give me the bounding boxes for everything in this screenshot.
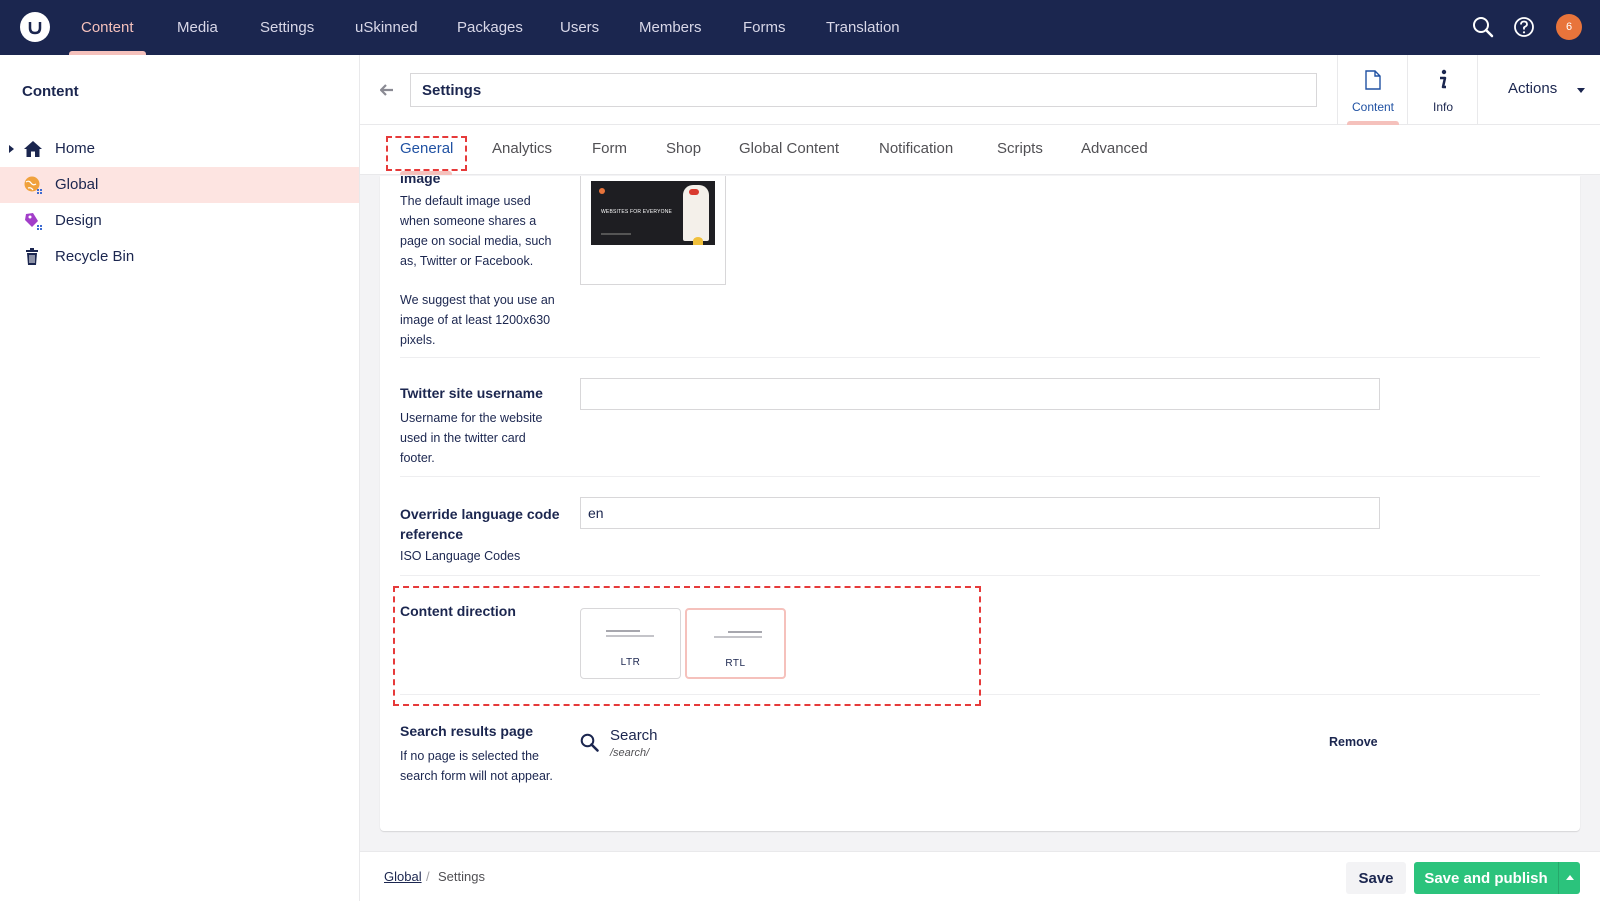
properties-panel: image The default image used when someon… bbox=[380, 176, 1580, 831]
back-arrow-icon[interactable] bbox=[379, 83, 394, 101]
image-property-title: image bbox=[400, 176, 441, 186]
picked-page-url: /search/ bbox=[610, 747, 650, 759]
app-tab-content[interactable]: Content bbox=[1337, 55, 1407, 125]
tree-item-label: Recycle Bin bbox=[55, 248, 135, 265]
editor-footer: Global / Settings Save Save and publish bbox=[360, 851, 1600, 901]
expand-caret-icon[interactable] bbox=[9, 145, 14, 153]
actions-label: Actions bbox=[1508, 80, 1558, 97]
picked-page-name[interactable]: Search bbox=[610, 727, 658, 744]
divider bbox=[400, 357, 1540, 358]
nav-users[interactable]: Users bbox=[560, 0, 599, 55]
remove-picked-page-button[interactable]: Remove bbox=[1329, 735, 1378, 749]
globe-icon bbox=[23, 175, 43, 195]
tree-item-design[interactable]: Design bbox=[0, 203, 359, 239]
tab-active-indicator bbox=[400, 171, 452, 175]
search-page-property-description: If no page is selected the search form w… bbox=[400, 749, 553, 783]
tree-item-label: Home bbox=[55, 140, 96, 157]
editor-header: Content Info Actions bbox=[360, 55, 1600, 125]
chevron-up-icon bbox=[1566, 875, 1574, 880]
annotation-content-direction bbox=[393, 586, 981, 706]
twitter-property-description: Username for the website used in the twi… bbox=[400, 411, 543, 465]
tree-item-global[interactable]: Global bbox=[0, 167, 359, 203]
divider bbox=[400, 476, 1540, 477]
tab-advanced[interactable]: Advanced bbox=[1081, 140, 1148, 157]
app-tab-label: Info bbox=[1432, 100, 1453, 114]
app-tab-label: Content bbox=[1351, 100, 1395, 114]
tab-analytics[interactable]: Analytics bbox=[492, 140, 552, 157]
sidebar-title: Content bbox=[22, 83, 79, 100]
save-button[interactable]: Save bbox=[1346, 862, 1406, 894]
tab-shop[interactable]: Shop bbox=[666, 140, 701, 157]
content-tree-sidebar: Content Home Global Design Recycle Bin bbox=[0, 55, 360, 901]
nav-uskinned[interactable]: uSkinned bbox=[355, 0, 418, 55]
info-icon bbox=[1437, 69, 1449, 96]
share-image-thumbnail: WEBSITES FOR EVERYONE bbox=[591, 181, 715, 245]
publish-options-button[interactable] bbox=[1558, 862, 1580, 894]
document-icon bbox=[1365, 70, 1381, 95]
image-picker[interactable]: WEBSITES FOR EVERYONE bbox=[580, 176, 726, 285]
tab-global-content[interactable]: Global Content bbox=[739, 140, 839, 157]
divider bbox=[400, 575, 1540, 576]
breadcrumb-separator: / bbox=[426, 869, 430, 884]
breadcrumb-current: Settings bbox=[438, 869, 485, 884]
search-icon[interactable] bbox=[1472, 16, 1494, 43]
search-page-property-title: Search results page bbox=[400, 723, 534, 739]
help-icon[interactable] bbox=[1513, 16, 1535, 43]
annotation-general-tab bbox=[386, 136, 467, 171]
tree-item-home[interactable]: Home bbox=[0, 131, 359, 167]
search-icon bbox=[580, 733, 599, 757]
top-navigation: Content Media Settings uSkinned Packages… bbox=[0, 0, 1600, 55]
design-icon bbox=[23, 211, 43, 231]
language-property-title: Override language code reference bbox=[400, 506, 560, 542]
chevron-down-icon bbox=[1577, 88, 1585, 93]
tab-scripts[interactable]: Scripts bbox=[997, 140, 1043, 157]
node-name-input[interactable] bbox=[410, 73, 1317, 107]
language-property-description: ISO Language Codes bbox=[400, 549, 521, 563]
nav-forms[interactable]: Forms bbox=[743, 0, 786, 55]
tree-item-recycle-bin[interactable]: Recycle Bin bbox=[0, 239, 359, 275]
nav-media[interactable]: Media bbox=[177, 0, 218, 55]
trash-icon bbox=[23, 247, 43, 267]
language-code-input[interactable] bbox=[580, 497, 1380, 529]
tab-form[interactable]: Form bbox=[592, 140, 627, 157]
tree-item-label: Global bbox=[55, 176, 99, 193]
property-group-tabs: General Analytics Form Shop Global Conte… bbox=[360, 125, 1600, 175]
breadcrumb-global[interactable]: Global bbox=[384, 869, 422, 884]
umbraco-logo-icon[interactable] bbox=[20, 12, 50, 42]
image-property-suggestion: We suggest that you use an image of at l… bbox=[400, 293, 555, 347]
nav-translation[interactable]: Translation bbox=[826, 0, 900, 55]
tree-item-label: Design bbox=[55, 212, 102, 229]
home-icon bbox=[23, 139, 43, 159]
thumbnail-caption: WEBSITES FOR EVERYONE bbox=[601, 209, 673, 215]
image-property-description: The default image used when someone shar… bbox=[400, 194, 552, 268]
save-and-publish-button[interactable]: Save and publish bbox=[1414, 862, 1558, 894]
nav-settings[interactable]: Settings bbox=[260, 0, 314, 55]
twitter-property-title: Twitter site username bbox=[400, 385, 543, 401]
tab-notification[interactable]: Notification bbox=[879, 140, 953, 157]
twitter-username-input[interactable] bbox=[580, 378, 1380, 410]
user-avatar[interactable]: 6 bbox=[1556, 14, 1582, 40]
actions-dropdown[interactable]: Actions bbox=[1477, 55, 1600, 125]
nav-members[interactable]: Members bbox=[639, 0, 702, 55]
app-tab-info[interactable]: Info bbox=[1407, 55, 1477, 125]
nav-content[interactable]: Content bbox=[81, 0, 134, 55]
nav-packages[interactable]: Packages bbox=[457, 0, 523, 55]
